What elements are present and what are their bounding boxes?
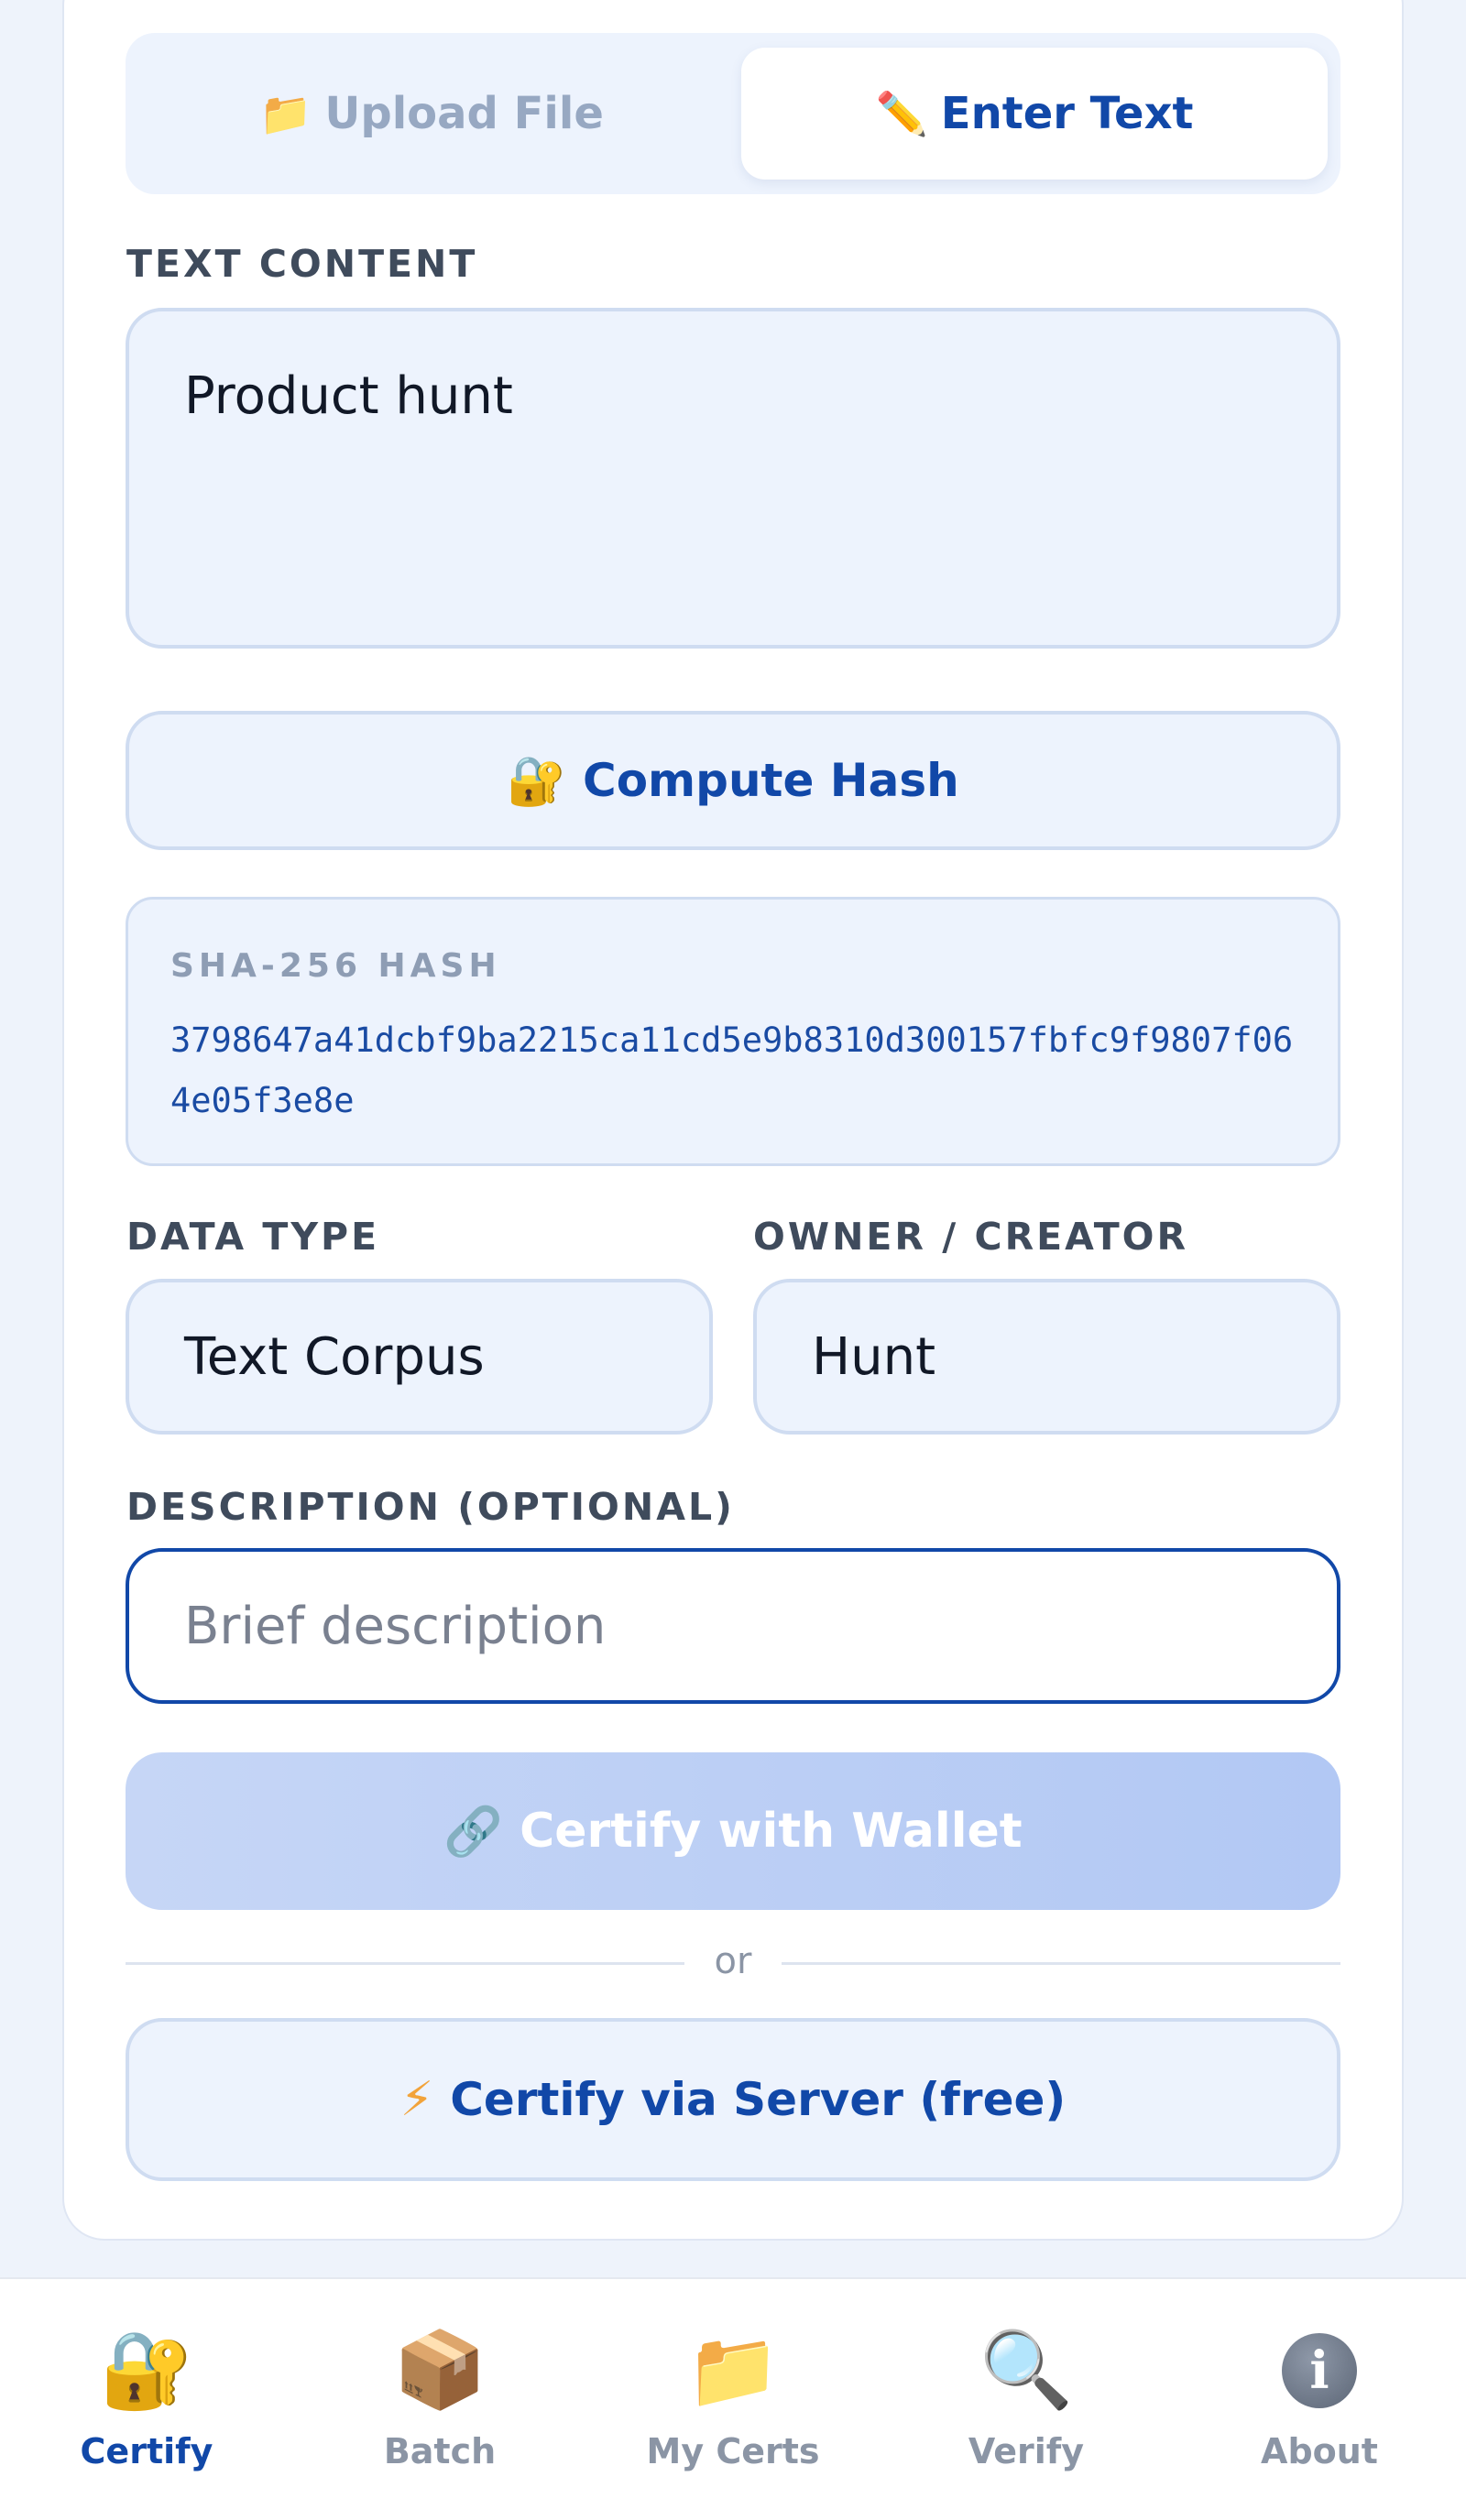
hash-value: 3798647a41dcbf9ba2215ca11cd5e9b8310d3001… [170, 1020, 1294, 1120]
bottom-nav: 🔐 Certify 📦 Batch 📁 My Certs 🔍 Verify i … [0, 2277, 1466, 2520]
nav-label-certify: Certify [80, 2431, 213, 2471]
description-input[interactable]: Brief description [126, 1548, 1340, 1704]
folder-icon: 📁 [685, 2327, 781, 2414]
certify-with-wallet-label: Certify with Wallet [520, 1804, 1023, 1859]
owner-field[interactable]: Hunt [753, 1279, 1340, 1435]
certify-via-server-button[interactable]: ⚡ Certify via Server (free) [126, 2018, 1340, 2181]
lightning-icon: ⚡ [399, 2072, 434, 2127]
lock-key-icon: 🔐 [507, 753, 567, 809]
divider-left [126, 1962, 684, 1965]
pencil-icon: ✏️ [875, 88, 928, 138]
nav-item-about[interactable]: i About [1173, 2279, 1466, 2520]
folder-icon: 📁 [259, 88, 312, 138]
tab-upload-file[interactable]: 📁 Upload File [138, 48, 725, 180]
nav-label-batch: Batch [383, 2431, 497, 2471]
tab-enter-text[interactable]: ✏️ Enter Text [741, 48, 1328, 180]
lock-key-icon: 🔐 [99, 2327, 194, 2414]
text-content-label: TEXT CONTENT [126, 242, 478, 286]
nav-label-verify: Verify [968, 2431, 1085, 2471]
nav-item-batch[interactable]: 📦 Batch [293, 2279, 586, 2520]
nav-item-verify[interactable]: 🔍 Verify [880, 2279, 1173, 2520]
info-circle: i [1282, 2333, 1357, 2408]
divider-or-text: or [714, 1940, 752, 1982]
data-type-field[interactable]: Text Corpus [126, 1279, 713, 1435]
tab-upload-file-label: Upload File [324, 88, 604, 139]
tab-enter-text-label: Enter Text [940, 88, 1194, 139]
description-label: DESCRIPTION (OPTIONAL) [126, 1485, 735, 1529]
input-mode-tabs: 📁 Upload File ✏️ Enter Text [126, 33, 1340, 194]
data-type-label: DATA TYPE [126, 1215, 380, 1259]
nav-label-my-certs: My Certs [646, 2431, 820, 2471]
certify-via-server-label: Certify via Server (free) [450, 2073, 1067, 2126]
nav-item-my-certs[interactable]: 📁 My Certs [586, 2279, 880, 2520]
link-icon: 🔗 [443, 1804, 504, 1860]
nav-label-about: About [1261, 2431, 1378, 2471]
divider-right [782, 1962, 1340, 1965]
compute-hash-label: Compute Hash [583, 754, 959, 807]
owner-label: OWNER / CREATOR [753, 1215, 1189, 1259]
certify-with-wallet-button[interactable]: 🔗 Certify with Wallet [126, 1752, 1340, 1910]
hash-label: SHA-256 HASH [170, 947, 501, 985]
magnifier-icon: 🔍 [979, 2327, 1074, 2414]
compute-hash-button[interactable]: 🔐 Compute Hash [126, 711, 1340, 850]
package-icon: 📦 [392, 2327, 487, 2414]
nav-item-certify[interactable]: 🔐 Certify [0, 2279, 293, 2520]
info-icon: i [1282, 2327, 1357, 2415]
text-content-input[interactable]: Product hunt [126, 308, 1340, 649]
hash-result-box: SHA-256 HASH 3798647a41dcbf9ba2215ca11cd… [126, 897, 1340, 1166]
